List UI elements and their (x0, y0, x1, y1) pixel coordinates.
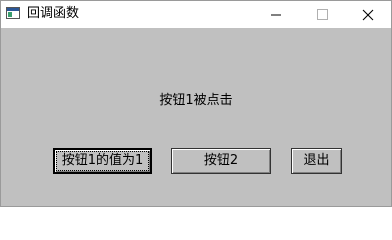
status-label: 按钮1被点击 (159, 93, 233, 108)
maximize-icon (316, 9, 328, 20)
minimize-icon (271, 14, 281, 15)
app-window: 回调函数 按钮1被点击 按钮1的值为1 按钮2 退出 (0, 0, 392, 207)
button-2[interactable]: 按钮2 (171, 148, 271, 174)
exit-button[interactable]: 退出 (291, 148, 342, 174)
button-1[interactable]: 按钮1的值为1 (53, 148, 152, 174)
client-area: 按钮1被点击 按钮1的值为1 按钮2 退出 (1, 28, 391, 206)
app-window-icon (6, 7, 20, 19)
title-bar[interactable]: 回调函数 (1, 1, 391, 28)
minimize-button[interactable] (253, 1, 299, 28)
close-icon (362, 9, 374, 20)
maximize-button (299, 1, 345, 28)
close-button[interactable] (345, 1, 391, 28)
window-title: 回调函数 (27, 6, 80, 21)
